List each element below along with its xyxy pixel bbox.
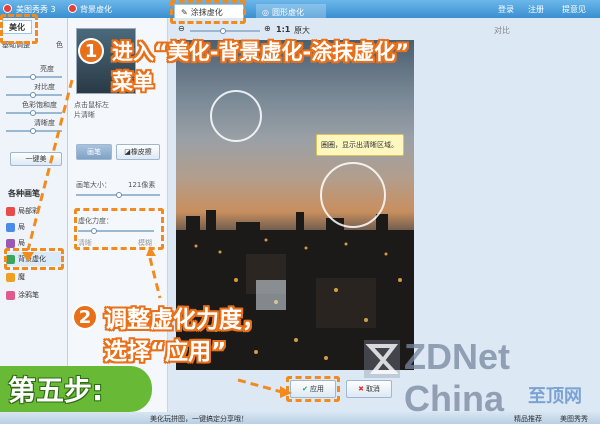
step-five-badge: 第五步:	[0, 366, 152, 412]
step1-instruction-line1: 进入“美化-背景虚化-涂抹虚化”	[112, 40, 410, 64]
watermark-sub: 至顶网	[528, 386, 582, 407]
step2-instruction-line1: 调整虚化力度，	[104, 307, 265, 333]
step1-instruction-line2: 菜单	[112, 70, 154, 94]
zdnet-watermark: ZDNet China 至顶网	[360, 330, 600, 419]
step1-number-badge: 1	[78, 38, 104, 64]
step2-instruction-line2: 选择“应用”	[104, 339, 227, 365]
step-five-label: 第五步:	[8, 374, 104, 407]
zdnet-logo-icon	[364, 340, 400, 378]
step2-number-badge: 2	[72, 304, 98, 330]
